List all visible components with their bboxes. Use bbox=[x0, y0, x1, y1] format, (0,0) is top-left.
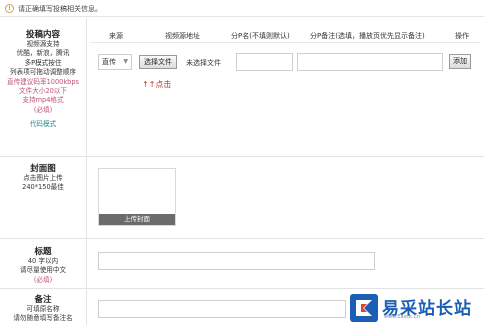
section-divider bbox=[0, 238, 484, 239]
cover-section-label: 封面图 点击图片上传 240*150最佳 bbox=[0, 162, 86, 193]
source-select[interactable]: 直传 ▼ bbox=[98, 54, 132, 70]
remark-hint-line: 请勿随意填写备注名 bbox=[13, 314, 73, 323]
content-section-label: 投稿内容 视频源支持 优酷，新浪，腾讯 多P模式按住 列表项可拖动调整顺序 直传… bbox=[0, 28, 86, 130]
chevron-down-icon: ▼ bbox=[123, 58, 128, 65]
header-part-name: 分P名(不填则默认) bbox=[231, 32, 290, 40]
no-file-text: 未选择文件 bbox=[186, 59, 221, 67]
title-section-label: 标题 40 字以内 请尽量使用中文 (必填) bbox=[0, 245, 86, 285]
site-logo: 易采站长站 www.Easck.Cn bbox=[346, 292, 484, 325]
notice-text: 请正确填写投稿相关信息。 bbox=[18, 5, 102, 13]
content-upload-hint: 支持mp4格式 bbox=[22, 96, 64, 105]
click-hint: ↑↑点击 bbox=[142, 80, 172, 89]
upload-cover-button[interactable]: 上传封面 bbox=[99, 214, 175, 225]
content-hint-line: 优酷，新浪，腾讯 bbox=[16, 49, 70, 58]
content-hint-line: 多P模式按住 bbox=[24, 58, 62, 67]
section-divider bbox=[0, 156, 484, 157]
content-upload-hint: 直传建议码率1000kbps bbox=[7, 77, 79, 86]
header-source: 来源 bbox=[109, 32, 123, 40]
title-input[interactable] bbox=[98, 252, 375, 270]
title-required: (必填) bbox=[33, 275, 53, 284]
header-action: 操作 bbox=[455, 32, 469, 40]
notice-bar: ! 请正确填写投稿相关信息。 bbox=[0, 0, 484, 17]
part-name-input[interactable] bbox=[236, 53, 293, 71]
column-divider bbox=[86, 18, 87, 325]
remark-label: 备注 bbox=[34, 295, 52, 305]
remark-input[interactable] bbox=[98, 300, 346, 318]
cover-image-upload[interactable]: 上传封面 bbox=[98, 168, 176, 226]
choose-file-button[interactable]: 选择文件 bbox=[139, 55, 177, 69]
cover-hint-line: 240*150最佳 bbox=[22, 183, 64, 192]
remark-section-label: 备注 可填原名称 请勿随意填写备注名 bbox=[0, 293, 86, 324]
content-hint-line: 视频源支持 bbox=[26, 40, 60, 48]
logo-url: www.Easck.Cn bbox=[384, 314, 421, 320]
section-divider bbox=[0, 288, 484, 289]
remark-hint-line: 可填原名称 bbox=[26, 305, 60, 313]
content-required: (必填) bbox=[33, 105, 53, 114]
title-hint-line: 请尽量使用中文 bbox=[19, 266, 67, 275]
content-title: 投稿内容 bbox=[25, 30, 60, 40]
source-select-value: 直传 bbox=[102, 58, 116, 66]
header-source-url: 视频源地址 bbox=[165, 32, 200, 40]
header-rule bbox=[90, 42, 480, 43]
cover-title: 封面图 bbox=[30, 164, 56, 174]
e-logo-icon bbox=[350, 294, 378, 322]
part-note-input[interactable] bbox=[297, 53, 443, 71]
add-button[interactable]: 添加 bbox=[449, 54, 471, 69]
code-mode-link[interactable]: 代码模式 bbox=[0, 120, 86, 129]
info-icon: ! bbox=[5, 4, 14, 13]
content-hint-line: 列表项可拖动调整顺序 bbox=[10, 68, 76, 77]
title-hint-line: 40 字以内 bbox=[27, 257, 59, 265]
title-label: 标题 bbox=[34, 247, 52, 257]
cover-hint-line: 点击图片上传 bbox=[23, 174, 63, 182]
header-part-note: 分P备注(选填，播放页优先显示备注) bbox=[310, 32, 425, 40]
